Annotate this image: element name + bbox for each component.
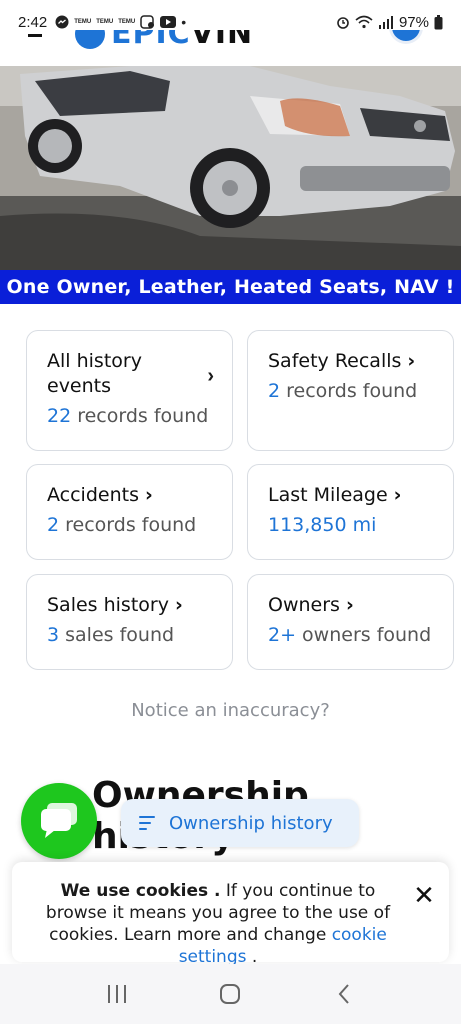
wifi-icon <box>355 15 373 29</box>
temu-icon: TEMU <box>74 19 92 25</box>
user-avatar[interactable] <box>389 30 423 44</box>
list-icon <box>139 816 155 830</box>
home-icon <box>220 984 241 1004</box>
ownership-history-nav-pill[interactable]: Ownership history <box>121 799 359 847</box>
card-title: Owners › <box>268 594 354 616</box>
notification-icons: TEMU TEMU TEMU • <box>55 14 186 30</box>
recent-apps-button[interactable] <box>102 979 132 1009</box>
listing-banner: One Owner, Leather, Heated Seats, NAV ! <box>0 270 461 304</box>
back-button[interactable] <box>329 979 359 1009</box>
card-safety-recalls[interactable]: Safety Recalls › 2 records found <box>247 330 454 451</box>
status-time: 2:42 <box>18 13 48 31</box>
vehicle-photo[interactable] <box>0 66 461 270</box>
youtube-icon <box>160 16 177 28</box>
chevron-right-icon: › <box>345 594 354 616</box>
logo-text: EPICVIN <box>111 30 254 51</box>
chevron-right-icon: › <box>407 350 416 372</box>
battery-icon <box>434 14 443 29</box>
card-sales-history[interactable]: Sales history › 3 sales found <box>26 574 233 670</box>
card-title: Sales history › <box>47 594 183 616</box>
home-button[interactable] <box>215 979 245 1009</box>
card-owners[interactable]: Owners › 2+ owners found <box>247 574 454 670</box>
back-icon <box>338 984 349 1004</box>
recent-apps-icon <box>107 985 126 1003</box>
chevron-right-icon: › <box>207 365 214 387</box>
card-subtitle: 2 records found <box>268 380 418 402</box>
logo-mark-icon <box>75 30 105 49</box>
temu-icon: TEMU <box>96 19 114 25</box>
dot-icon: • <box>181 14 187 30</box>
card-accidents[interactable]: Accidents › 2 records found <box>26 464 233 560</box>
menu-icon[interactable] <box>28 34 42 37</box>
card-all-history[interactable]: All history events › 22 records found <box>26 330 233 451</box>
temu-icon: TEMU <box>118 19 136 25</box>
chevron-right-icon: › <box>144 484 153 506</box>
card-subtitle: 2+ owners found <box>268 624 432 646</box>
card-subtitle: 22 records found <box>47 405 209 427</box>
card-title: Safety Recalls › <box>268 350 416 372</box>
chat-button[interactable] <box>21 783 97 859</box>
card-title: All history events <box>47 350 142 397</box>
messenger-icon <box>55 15 69 29</box>
alarm-icon <box>337 17 349 29</box>
chat-icon <box>41 803 77 838</box>
close-icon[interactable]: ✕ <box>411 882 437 908</box>
gallery-icon <box>140 15 155 29</box>
chevron-right-icon: › <box>393 484 402 506</box>
notice-inaccuracy-link[interactable]: Notice an inaccuracy? <box>0 700 461 721</box>
system-nav-bar <box>0 964 461 1024</box>
pill-label: Ownership history <box>169 812 333 834</box>
cookie-banner: We use cookies . If you continue to brow… <box>12 862 449 967</box>
chevron-right-icon: › <box>174 594 183 616</box>
logo[interactable]: EPICVIN <box>75 30 253 51</box>
car-image <box>0 66 461 270</box>
card-subtitle: 3 sales found <box>47 624 175 646</box>
card-last-mileage[interactable]: Last Mileage › 113,850 mi <box>247 464 454 560</box>
site-header: EPICVIN <box>0 30 461 66</box>
card-value: 113,850 mi <box>268 514 377 536</box>
battery-percent: 97% <box>398 13 429 31</box>
card-title: Accidents › <box>47 484 153 506</box>
signal-icon <box>378 16 393 29</box>
card-subtitle: 2 records found <box>47 514 197 536</box>
cookie-text: We use cookies . If you continue to brow… <box>45 881 391 967</box>
card-title: Last Mileage › <box>268 484 402 506</box>
